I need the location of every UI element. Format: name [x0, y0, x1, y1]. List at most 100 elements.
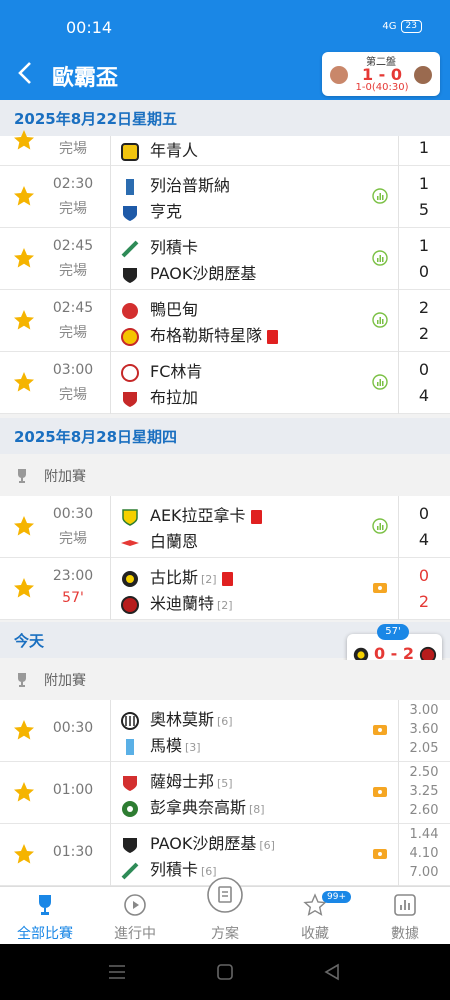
divider	[398, 352, 399, 414]
away-team: 亨克	[120, 198, 182, 222]
star-icon[interactable]	[12, 246, 36, 270]
home-team: 列治普斯納	[120, 172, 230, 196]
team-logo-icon	[122, 302, 138, 319]
match-time: 01:30	[52, 844, 94, 860]
away-team: 布拉加	[120, 384, 198, 408]
away-score: 4	[418, 386, 430, 405]
stats-icon[interactable]	[372, 250, 388, 266]
divider	[398, 762, 399, 824]
chart-icon	[394, 894, 416, 916]
divider	[398, 558, 399, 620]
away-team: 布格勒斯特星隊	[120, 322, 279, 346]
match-row[interactable]: 00:30 奧林莫斯 [6] 馬模 [3] 3.00 3.60 2.05	[0, 700, 450, 762]
divider	[110, 290, 111, 352]
match-status: 完場	[59, 201, 87, 217]
odds-draw: 3.60	[409, 722, 439, 737]
tab-label: 方案	[211, 926, 239, 942]
team-logo-icon	[123, 775, 137, 791]
match-row[interactable]: 03:00 完場 FC林肯 布拉加 0 4	[0, 352, 450, 414]
star-icon[interactable]	[12, 780, 36, 804]
match-row[interactable]: 00:30 完場 AEK拉亞拿卡 白蘭恩 0 4	[0, 496, 450, 558]
back-arrow-icon[interactable]	[14, 59, 38, 87]
away-team: 列積卡 [6]	[120, 856, 217, 880]
plan-icon	[207, 877, 243, 913]
star-icon[interactable]	[12, 184, 36, 208]
team-logo-icon	[121, 142, 139, 161]
team-logo-icon	[123, 267, 137, 283]
tab-label: 數據	[391, 926, 419, 942]
red-card-icon	[250, 509, 262, 524]
live-video-icon[interactable]	[372, 722, 388, 738]
away-score: 1	[418, 138, 430, 157]
match-row[interactable]: 02:30 完場 列治普斯納 亨克 1 5	[0, 166, 450, 228]
home-team: AEK拉亞拿卡	[120, 502, 262, 526]
divider	[110, 700, 111, 762]
match-time: 02:30	[52, 176, 94, 192]
home-team: 薩姆士邦 [5]	[120, 768, 233, 792]
live-minute: 57'	[377, 624, 409, 640]
divider	[398, 496, 399, 558]
home-team: 列積卡	[120, 234, 198, 258]
away-score: 0	[418, 262, 430, 281]
home-team: 奧林莫斯 [6]	[120, 706, 233, 730]
tab-all-matches[interactable]: 全部比賽	[0, 887, 90, 945]
trophy-icon	[18, 469, 26, 483]
red-card-icon	[267, 329, 279, 344]
home-score: 0	[418, 504, 430, 523]
star-icon[interactable]	[12, 308, 36, 332]
match-time: 01:00	[52, 782, 94, 798]
status-time: 00:14	[66, 18, 113, 37]
team-logo-icon	[121, 595, 139, 614]
live-video-icon[interactable]	[372, 846, 388, 862]
match-row[interactable]: 完場 年青人 1	[0, 130, 450, 166]
home-team: 古比斯 [2]	[120, 564, 233, 588]
tab-favorites[interactable]: 99+ 收藏	[270, 887, 360, 945]
away-team: 馬模 [3]	[120, 732, 201, 756]
away-score: 2	[418, 592, 430, 611]
live-video-icon[interactable]	[372, 784, 388, 800]
live-score-card[interactable]: 第二盤 1 - 0 1-0(40:30)	[322, 52, 440, 96]
signal-icon: 4G	[382, 21, 397, 32]
league-header[interactable]: 附加賽	[0, 456, 450, 496]
team-logo-icon	[121, 240, 139, 257]
star-icon[interactable]	[12, 514, 36, 538]
divider	[398, 290, 399, 352]
match-row[interactable]: 23:00 57' 古比斯 [2] 米迪蘭特 [2] 0 2	[0, 558, 450, 620]
star-icon[interactable]	[12, 842, 36, 866]
live-video-icon[interactable]	[372, 580, 388, 596]
team-logo-icon	[126, 738, 134, 755]
league-header[interactable]: 附加賽	[0, 660, 450, 700]
match-time: 02:45	[52, 300, 94, 316]
away-score: 2	[418, 324, 430, 343]
home-score: 1	[418, 174, 430, 193]
tab-in-progress[interactable]: 進行中	[90, 887, 180, 945]
back-icon[interactable]	[324, 963, 340, 981]
match-row[interactable]: 02:45 完場 鴨巴甸 布格勒斯特星隊 2 2	[0, 290, 450, 352]
date-header: 2025年8月22日星期五	[0, 100, 450, 136]
match-row[interactable]: 02:45 完場 列積卡 PAOK沙朗歷基 1 0	[0, 228, 450, 290]
team-logo-icon	[122, 508, 138, 526]
stats-icon[interactable]	[372, 518, 388, 534]
tab-plans[interactable]: 方案	[180, 877, 270, 945]
menu-icon[interactable]	[108, 964, 126, 980]
tab-label: 全部比賽	[17, 926, 73, 942]
match-status: 完場	[59, 387, 87, 403]
stats-icon[interactable]	[372, 188, 388, 204]
divider	[398, 166, 399, 228]
match-row[interactable]: 01:00 薩姆士邦 [5] 彭拿典奈高斯 [8] 2.50 3.25 2.60	[0, 762, 450, 824]
system-nav-bar	[0, 944, 450, 1000]
page-title: 歐霸盃	[52, 66, 119, 91]
home-score: 1	[418, 236, 430, 255]
home-team: PAOK沙朗歷基 [6]	[120, 830, 275, 854]
star-icon[interactable]	[12, 128, 36, 152]
star-icon[interactable]	[12, 370, 36, 394]
star-icon[interactable]	[12, 718, 36, 742]
stats-icon[interactable]	[372, 374, 388, 390]
stats-icon[interactable]	[372, 312, 388, 328]
star-icon[interactable]	[12, 576, 36, 600]
match-time: 02:45	[52, 238, 94, 254]
home-icon[interactable]	[216, 963, 234, 981]
tab-data[interactable]: 數據	[360, 887, 450, 945]
divider	[398, 700, 399, 762]
red-card-icon	[221, 571, 233, 586]
